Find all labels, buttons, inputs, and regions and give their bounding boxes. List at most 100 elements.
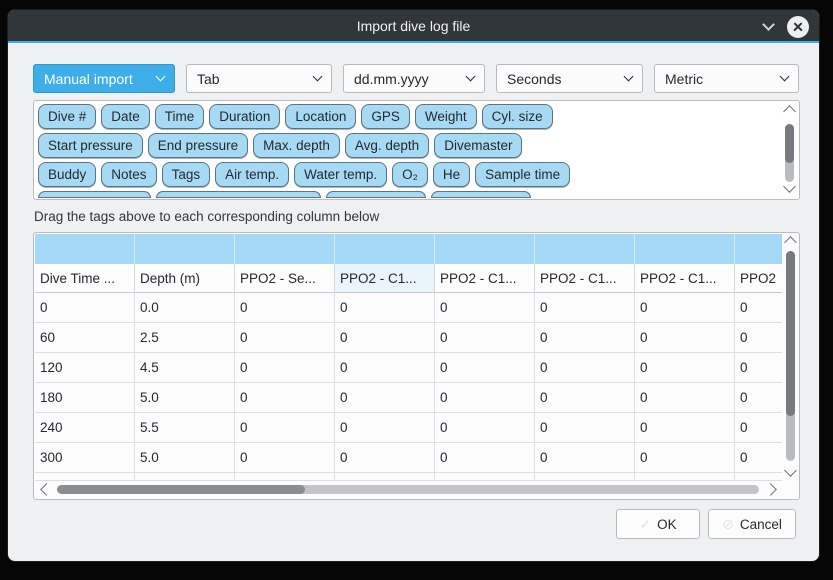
tag-sample-time[interactable]: Sample time (475, 162, 570, 187)
tag-divemaster[interactable]: Divemaster (434, 133, 522, 158)
cancel-button[interactable]: ⊘ Cancel (708, 509, 796, 539)
table-cell: 0 (235, 293, 335, 323)
combo-duration-format[interactable]: Seconds (496, 64, 643, 93)
combo-field-separator[interactable]: Tab (186, 64, 332, 93)
tag-cutoff[interactable] (326, 191, 426, 198)
instruction-label: Drag the tags above to each correspondin… (34, 209, 379, 224)
column-header-ppo2-c1[interactable]: PPO2 - C1... (335, 264, 435, 293)
scroll-up-icon[interactable] (783, 105, 796, 118)
combo-date-format[interactable]: dd.mm.yyyy (343, 64, 485, 93)
table-cell: 0 (435, 383, 535, 413)
tag-water-temp[interactable]: Water temp. (294, 162, 387, 187)
window-title: Import dive log file (357, 18, 471, 34)
table-row: 1805.0000000 (35, 383, 782, 413)
drop-target-cell[interactable] (535, 234, 635, 264)
table-cell: 0 (335, 323, 435, 353)
table-horizontal-scrollbar[interactable] (35, 481, 782, 498)
tag-cutoff[interactable] (38, 191, 151, 198)
ok-button[interactable]: ✓ OK (616, 509, 700, 539)
scrollbar-thumb[interactable] (57, 485, 305, 494)
table-cell (335, 473, 435, 481)
table-cell: 5.0 (135, 383, 235, 413)
table-cell: 0 (535, 383, 635, 413)
ok-button-label: OK (657, 517, 677, 532)
tag-dive[interactable]: Dive # (38, 104, 96, 129)
tag-end-pressure[interactable]: End pressure (148, 133, 248, 158)
tag-air-temp[interactable]: Air temp. (215, 162, 289, 187)
table-cell: 0 (235, 443, 335, 473)
scroll-up-icon[interactable] (784, 236, 797, 249)
close-icon[interactable] (787, 16, 809, 38)
combo-import-mode[interactable]: Manual import (33, 64, 175, 93)
table-vertical-scrollbar[interactable] (783, 234, 798, 481)
table-cell: 0 (735, 443, 782, 473)
tag-cutoff[interactable] (431, 191, 531, 198)
scroll-left-icon[interactable] (40, 483, 53, 496)
column-header-ppo2-se[interactable]: PPO2 - Se... (235, 264, 335, 293)
titlebar[interactable]: Import dive log file (8, 10, 819, 43)
column-header-ppo2-c1[interactable]: PPO2 - C1... (435, 264, 535, 293)
tag-weight[interactable]: Weight (415, 104, 477, 129)
table-cell: 0 (435, 353, 535, 383)
combo-import-mode-value: Manual import (44, 71, 133, 87)
scroll-down-icon[interactable] (784, 464, 797, 477)
tag-tags[interactable]: Tags (162, 162, 211, 187)
tag-avg-depth[interactable]: Avg. depth (345, 133, 429, 158)
tags-vertical-scrollbar[interactable] (782, 103, 797, 197)
tag-notes[interactable]: Notes (101, 162, 156, 187)
tag-he[interactable]: He (433, 162, 470, 187)
toolbar: Manual import Tab dd.mm.yyyy Seconds Metric (33, 64, 799, 93)
tag-cyl-size[interactable]: Cyl. size (482, 104, 553, 129)
tag-start-pressure[interactable]: Start pressure (38, 133, 143, 158)
combo-duration-format-value: Seconds (507, 71, 561, 87)
table-cell: 0 (735, 323, 782, 353)
table-row-partial (35, 473, 782, 481)
drop-target-cell[interactable] (735, 234, 782, 264)
tag-cutoff[interactable] (156, 191, 321, 198)
scroll-right-icon[interactable] (764, 483, 777, 496)
table-header-row: Dive Time ...Depth (m)PPO2 - Se...PPO2 -… (35, 264, 782, 293)
drop-target-cell[interactable] (35, 234, 135, 264)
column-header-depth-m[interactable]: Depth (m) (135, 264, 235, 293)
tags-panel: Dive #DateTimeDurationLocationGPSWeightC… (33, 100, 800, 200)
column-header-ppo2-c1[interactable]: PPO2 - C1... (535, 264, 635, 293)
drop-target-cell[interactable] (635, 234, 735, 264)
column-header-dive-time[interactable]: Dive Time ... (35, 264, 135, 293)
table-cell: 0 (635, 443, 735, 473)
column-header-ppo2-c1[interactable]: PPO2 - C1... (635, 264, 735, 293)
table-cell: 0 (535, 413, 635, 443)
tag-date[interactable]: Date (101, 104, 150, 129)
drop-target-cell[interactable] (135, 234, 235, 264)
tag-gps[interactable]: GPS (361, 104, 410, 129)
check-icon: ✓ (639, 516, 651, 533)
tag-o[interactable]: O₂ (392, 162, 428, 187)
chevron-down-icon (313, 72, 323, 82)
tag-buddy[interactable]: Buddy (38, 162, 96, 187)
table-cell: 0 (735, 353, 782, 383)
table-body: 00.0000000602.50000001204.50000001805.00… (35, 293, 782, 473)
table-row: 2405.5000000 (35, 413, 782, 443)
table-row: 602.5000000 (35, 323, 782, 353)
tag-time[interactable]: Time (155, 104, 205, 129)
tag-duration[interactable]: Duration (209, 104, 280, 129)
table-cell: 5.0 (135, 443, 235, 473)
drop-target-cell[interactable] (335, 234, 435, 264)
table-cell: 0 (235, 353, 335, 383)
table-cell: 0 (335, 383, 435, 413)
table-cell: 0 (535, 353, 635, 383)
scrollbar-thumb[interactable] (785, 124, 794, 163)
tag-max-depth[interactable]: Max. depth (253, 133, 340, 158)
scroll-down-icon[interactable] (783, 180, 796, 193)
table-cell: 0 (635, 383, 735, 413)
column-header-ppo2[interactable]: PPO2 (735, 264, 782, 293)
combo-units[interactable]: Metric (654, 64, 799, 93)
combo-units-value: Metric (665, 71, 703, 87)
drop-target-cell[interactable] (235, 234, 335, 264)
scrollbar-thumb[interactable] (786, 251, 795, 416)
chevron-down-icon[interactable] (762, 18, 775, 31)
table-cell (235, 473, 335, 481)
table-cell: 0 (535, 293, 635, 323)
tag-location[interactable]: Location (285, 104, 356, 129)
chevron-down-icon (624, 72, 634, 82)
drop-target-cell[interactable] (435, 234, 535, 264)
